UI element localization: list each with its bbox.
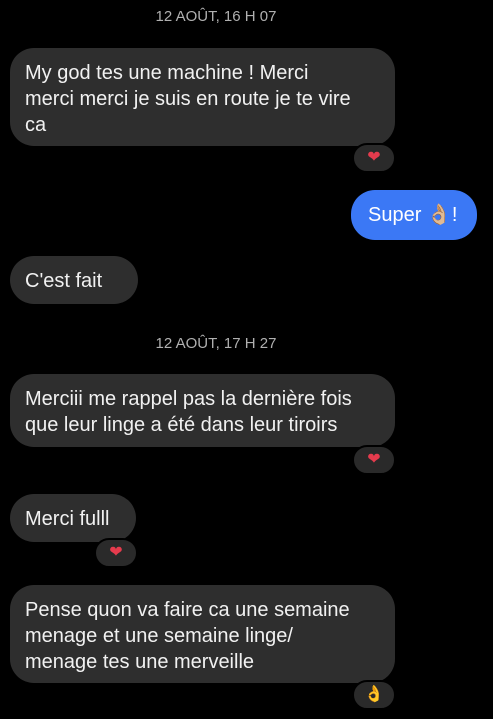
message-outgoing-1[interactable]: Super 👌🏼!	[351, 190, 477, 240]
message-incoming-5[interactable]: Pense quon va faire ca une semaine menag…	[10, 585, 395, 683]
message-incoming-4[interactable]: Merci fulll	[10, 494, 136, 542]
heart-icon: ❤	[367, 149, 381, 166]
ok-hand-icon: 👌	[364, 686, 384, 703]
reaction-badge[interactable]: ❤	[352, 143, 396, 173]
reaction-badge[interactable]: ❤	[352, 445, 396, 475]
message-incoming-3[interactable]: Merciii me rappel pas la dernière fois q…	[10, 374, 395, 447]
timestamp-2: 12 AOÛT, 17 H 27	[155, 335, 277, 352]
heart-icon: ❤	[109, 544, 123, 561]
heart-icon: ❤	[367, 451, 381, 468]
message-incoming-2[interactable]: C'est fait	[10, 256, 138, 304]
message-incoming-1[interactable]: My god tes une machine ! Merci merci mer…	[10, 48, 395, 146]
timestamp-1: 12 AOÛT, 16 H 07	[155, 8, 277, 25]
reaction-badge[interactable]: ❤	[94, 538, 138, 568]
reaction-badge[interactable]: 👌	[352, 680, 396, 710]
